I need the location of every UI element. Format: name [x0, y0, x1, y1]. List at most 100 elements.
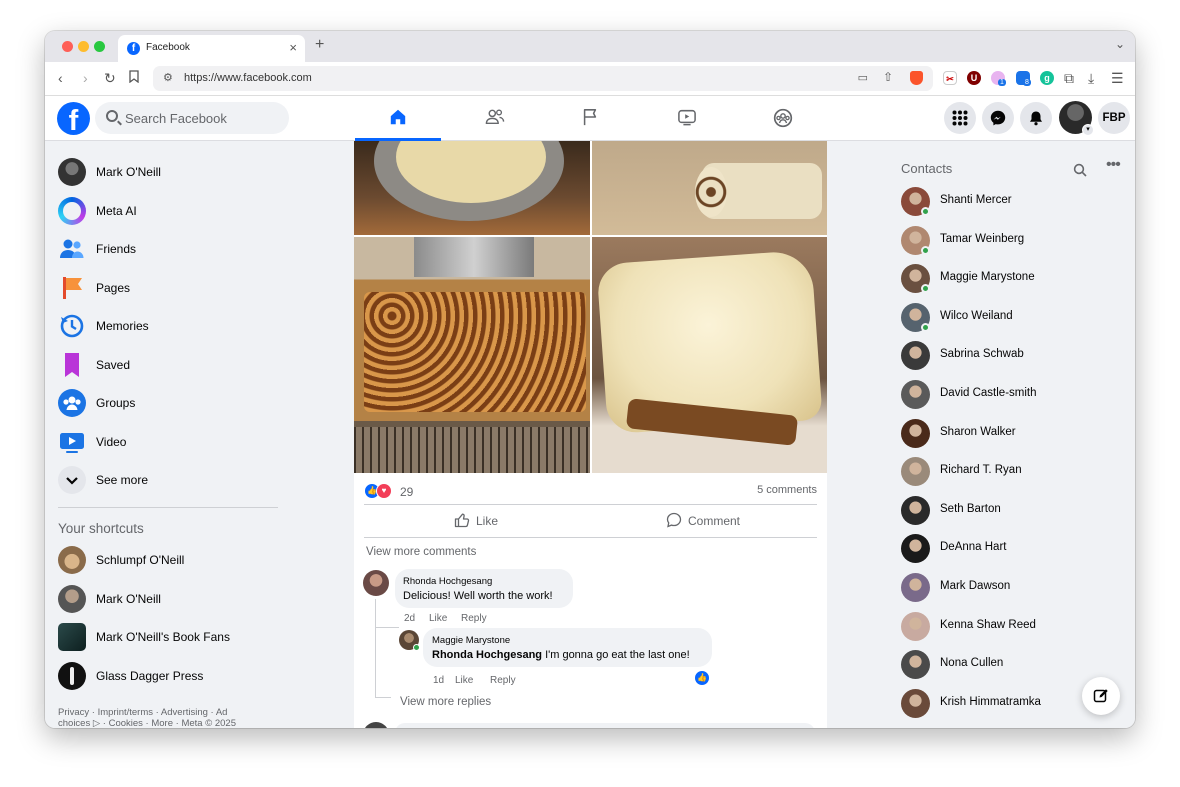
shortcut-item[interactable]: Mark O'Neill	[58, 585, 298, 621]
sidebar-item-pages[interactable]: Pages	[58, 274, 298, 310]
reply-reply-link[interactable]: Reply	[490, 675, 516, 686]
contact-item[interactable]: DeAnna Hart	[901, 534, 1101, 566]
post-photo-iced-rolls[interactable]	[592, 237, 827, 473]
sidebar-item-saved[interactable]: Saved	[58, 351, 298, 387]
sidebar-item-label: Friends	[96, 242, 137, 256]
search-input[interactable]	[125, 108, 280, 128]
contact-name: Maggie Marystone	[940, 271, 1035, 284]
commenter-avatar[interactable]	[363, 570, 389, 596]
notifications-button[interactable]	[1020, 102, 1052, 134]
contact-item[interactable]: Maggie Marystone	[901, 264, 1101, 296]
sidebar-item-meta-ai[interactable]: Meta AI	[58, 197, 298, 233]
menu-icon[interactable]: ☰	[1111, 70, 1124, 86]
sidebar-item-groups[interactable]: Groups	[58, 389, 298, 425]
contact-item[interactable]: Sharon Walker	[901, 418, 1101, 451]
video-icon	[58, 428, 86, 456]
download-icon[interactable]: ⤓	[1088, 70, 1094, 86]
like-label: Like	[476, 514, 499, 528]
shortcut-item[interactable]: Glass Dagger Press	[58, 662, 298, 698]
reload-icon[interactable]: ↻	[104, 70, 116, 86]
zoom-window-button[interactable]	[94, 41, 105, 52]
sidebar-item-friends[interactable]: Friends	[58, 235, 298, 271]
post-photo-baked-rolls[interactable]	[354, 237, 590, 473]
comment-count[interactable]: 5 comments	[757, 484, 817, 496]
contact-item[interactable]: David Castle-smith	[901, 380, 1101, 412]
chevron-down-icon	[58, 466, 86, 494]
meta-ai-icon	[58, 197, 86, 225]
contact-avatar	[901, 495, 930, 525]
tab-pages[interactable]	[547, 96, 633, 141]
sidebar-item-see-more[interactable]: See more	[58, 466, 298, 502]
tab-list-chevron-icon[interactable]: ⌄	[1115, 37, 1125, 51]
contact-item[interactable]: Shanti Mercer	[901, 187, 1101, 219]
post-photo-rolled-dough[interactable]	[592, 141, 827, 235]
new-message-button[interactable]	[1082, 677, 1120, 715]
footer-line[interactable]: choices ▷ · Cookies · More · Meta © 2025	[58, 718, 278, 728]
menu-grid-button[interactable]	[944, 102, 976, 134]
sidebar-item-video[interactable]: Video	[58, 428, 298, 464]
address-bar[interactable]: ⚙ https://www.facebook.com ▭ ⇧	[153, 66, 933, 91]
grammarly-icon[interactable]: g	[1040, 71, 1054, 85]
extensions-puzzle-icon[interactable]: ⧉	[1064, 70, 1074, 86]
comment-author[interactable]: Rhonda Hochgesang	[403, 576, 492, 587]
share-icon[interactable]: ⇧	[883, 70, 893, 84]
contact-name: Kenna Shaw Reed	[940, 618, 1036, 631]
facebook-favicon-icon: f	[127, 42, 140, 55]
reply-time[interactable]: 1d	[433, 675, 444, 686]
tab-home[interactable]	[355, 96, 441, 141]
contact-item[interactable]: Sabrina Schwab	[901, 341, 1101, 373]
view-more-replies-link[interactable]: View more replies	[400, 696, 491, 708]
left-sidebar: Mark O'Neill Meta AI Friends Pages Memor…	[45, 141, 345, 728]
footer-line[interactable]: Privacy · Imprint/terms · Advertising · …	[58, 707, 278, 718]
extension-icon[interactable]: ✂	[943, 71, 957, 85]
contact-item[interactable]: Richard T. Ryan	[901, 457, 1101, 489]
contact-item[interactable]: Tamar Weinberg	[901, 225, 1101, 258]
profile-initials-button[interactable]: FBP	[1098, 102, 1130, 134]
comment-time[interactable]: 2d	[404, 613, 415, 624]
sidebar-item-memories[interactable]: Memories	[58, 312, 298, 348]
sidebar-item-label: Mark O'Neill	[96, 165, 161, 179]
browser-tab[interactable]: f Facebook ×	[118, 35, 305, 62]
brave-shield-icon[interactable]	[910, 71, 923, 85]
search-box[interactable]	[95, 102, 289, 134]
shortcut-item[interactable]: Mark O'Neill's Book Fans	[58, 623, 298, 659]
reply-author[interactable]: Maggie Marystone	[432, 635, 510, 646]
bookmark-icon[interactable]	[129, 70, 139, 86]
new-tab-button[interactable]: +	[315, 36, 324, 54]
tab-friends[interactable]	[451, 96, 537, 141]
tab-close-icon[interactable]: ×	[289, 40, 297, 55]
comment-like-link[interactable]: Like	[429, 613, 447, 624]
contact-item[interactable]: Kenna Shaw Reed	[901, 611, 1101, 644]
search-contacts-icon[interactable]	[1073, 163, 1087, 177]
shortcut-item[interactable]: Schlumpf O'Neill	[58, 546, 298, 582]
profile-avatar-button[interactable]: ▾	[1059, 101, 1094, 136]
site-info-icon[interactable]: ⚙	[163, 71, 173, 84]
back-icon[interactable]: ‹	[58, 70, 63, 86]
comment-button[interactable]: Comment	[666, 512, 740, 528]
sidebar-item-label: Meta AI	[96, 204, 137, 218]
forward-icon[interactable]: ›	[83, 70, 88, 86]
view-more-comments-link[interactable]: View more comments	[366, 546, 476, 558]
contact-item[interactable]: Seth Barton	[901, 495, 1101, 528]
sidebar-item-profile[interactable]: Mark O'Neill	[58, 158, 298, 194]
contact-item[interactable]: Mark Dawson	[901, 573, 1101, 605]
comment-reply-link[interactable]: Reply	[461, 613, 487, 624]
tab-groups[interactable]	[739, 96, 825, 141]
reaction-count: 29	[400, 485, 414, 499]
tab-video[interactable]	[643, 96, 729, 141]
reply-avatar[interactable]	[399, 630, 420, 651]
reply-like-link[interactable]: Like	[455, 675, 473, 686]
ublock-icon[interactable]: U	[967, 71, 981, 85]
more-options-icon[interactable]: •••	[1106, 156, 1121, 174]
like-button[interactable]: Like	[454, 512, 498, 528]
post-photo-dough-bowl[interactable]	[354, 141, 590, 235]
contact-item[interactable]: Krish Himmatramka	[901, 688, 1101, 721]
close-window-button[interactable]	[62, 41, 73, 52]
contact-item[interactable]: Wilco Weiland	[901, 302, 1101, 335]
facebook-logo[interactable]: f	[57, 102, 90, 135]
messenger-button[interactable]	[982, 102, 1014, 134]
reply-mention[interactable]: Rhonda Hochgesang	[432, 649, 542, 661]
minimize-window-button[interactable]	[78, 41, 89, 52]
contact-item[interactable]: Nona Cullen	[901, 650, 1101, 682]
cast-icon[interactable]: ▭	[858, 71, 868, 84]
